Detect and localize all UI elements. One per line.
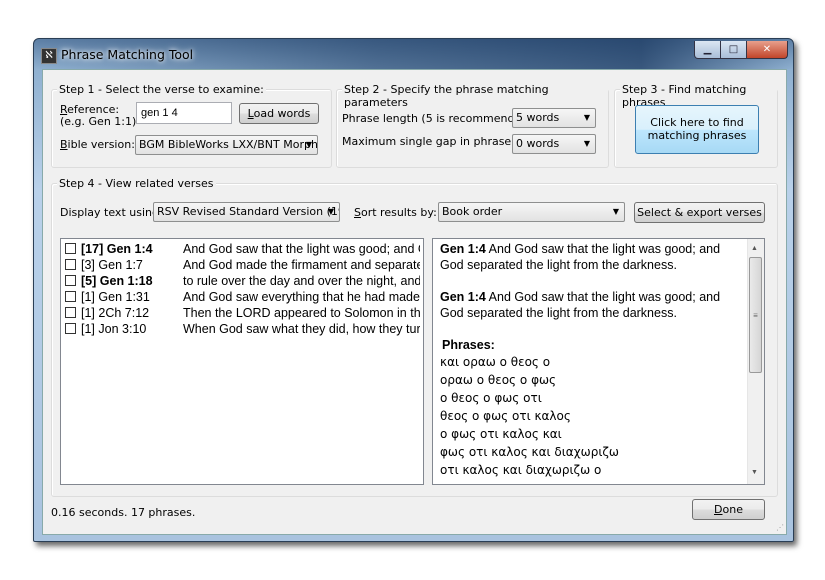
result-checkbox[interactable]: [65, 243, 76, 254]
step2-label: Step 2 - Specify the phrase matching par…: [342, 83, 608, 109]
max-gap-value: 0 words: [516, 137, 560, 150]
find-matching-phrases-button[interactable]: Click here to find matching phrases: [635, 105, 759, 154]
sort-results-label: Sort results by:: [354, 206, 437, 219]
result-row[interactable]: [1] 2Ch 7:12 Then the LORD appeared to So…: [65, 306, 420, 322]
result-checkbox[interactable]: [65, 259, 76, 270]
result-row[interactable]: [5] Gen 1:18 to rule over the day and ove…: [65, 274, 420, 290]
max-gap-label: Maximum single gap in phrase :: [342, 135, 519, 148]
results-list[interactable]: [17] Gen 1:4 And God saw that the light w…: [60, 238, 424, 485]
step3-group: Step 3 - Find matching phrases Click her…: [614, 83, 778, 168]
reference-input[interactable]: [136, 102, 232, 124]
result-text: When God saw what they did, how they tur…: [183, 322, 420, 336]
result-count: [5]: [81, 274, 97, 288]
result-row[interactable]: [1] Jon 3:10 When God saw what they did, …: [65, 322, 420, 338]
scroll-up-icon[interactable]: ▲: [751, 241, 758, 257]
detail-verse-2: Gen 1:4 And God saw that the light was g…: [440, 289, 740, 321]
result-text: Then the LORD appeared to Solomon in the…: [183, 306, 420, 320]
load-words-button[interactable]: Load words: [239, 103, 319, 124]
result-ref: Gen 1:31: [98, 290, 150, 304]
detail-verse-1-ref: Gen 1:4: [440, 242, 486, 256]
display-text-label: Display text using:: [60, 206, 163, 219]
result-ref: Gen 1:18: [99, 274, 153, 288]
title-bar[interactable]: ℵ Phrase Matching Tool ▁ □ ✕: [34, 39, 793, 69]
detail-scrollbar[interactable]: ▲ ≡ ▼: [747, 239, 764, 484]
step4-group: Step 4 - View related verses Display tex…: [51, 177, 778, 497]
step4-label: Step 4 - View related verses: [57, 177, 216, 190]
chevron-down-icon: ▼: [327, 207, 334, 216]
sort-results-select[interactable]: Book order ▼: [438, 202, 625, 222]
result-count: [1]: [81, 322, 95, 336]
phrase-item: ο θεος ο φως οτι: [440, 391, 542, 405]
display-text-select[interactable]: RSV Revised Standard Version (19 ▼: [153, 202, 340, 222]
result-row[interactable]: [17] Gen 1:4 And God saw that the light w…: [65, 242, 420, 258]
result-checkbox[interactable]: [65, 323, 76, 334]
display-text-value: RSV Revised Standard Version (19: [157, 205, 340, 218]
window-title: Phrase Matching Tool: [61, 47, 194, 62]
result-reference: [1] 2Ch 7:12: [81, 306, 181, 320]
result-reference: [3] Gen 1:7: [81, 258, 181, 272]
chevron-down-icon: ▼: [612, 207, 619, 216]
phrase-item: ο φως οτι καλος και: [440, 427, 562, 441]
step1-group: Step 1 - Select the verse to examine: Re…: [51, 83, 332, 168]
result-checkbox[interactable]: [65, 307, 76, 318]
scrollbar-thumb[interactable]: ≡: [749, 257, 762, 373]
result-ref: Gen 1:7: [98, 258, 143, 272]
bible-version-select[interactable]: BGM BibleWorks LXX/BNT Morpho ▼: [135, 135, 318, 155]
find-button-line2: matching phrases: [647, 129, 747, 142]
minimize-icon[interactable]: ▁: [694, 41, 721, 59]
phrase-length-select[interactable]: 5 words ▼: [512, 108, 596, 128]
phrases-heading: Phrases:: [442, 338, 495, 352]
find-button-line1: Click here to find: [650, 116, 744, 129]
phrase-item: θεος ο φως οτι καλος: [440, 409, 571, 423]
maximize-icon[interactable]: □: [720, 41, 747, 59]
result-count: [17]: [81, 242, 104, 256]
bible-version-value: BGM BibleWorks LXX/BNT Morpho: [139, 138, 318, 151]
step2-group: Step 2 - Specify the phrase matching par…: [336, 83, 609, 168]
result-ref: Jon 3:10: [98, 322, 147, 336]
reference-hint: (e.g. Gen 1:1): [60, 115, 137, 128]
status-text: 0.16 seconds. 17 phrases.: [51, 506, 196, 519]
result-count: [1]: [81, 290, 95, 304]
result-checkbox[interactable]: [65, 275, 76, 286]
result-count: [1]: [81, 306, 95, 320]
max-gap-select[interactable]: 0 words ▼: [512, 134, 596, 154]
chevron-down-icon: ▼: [583, 139, 590, 148]
phrase-matching-window: ℵ Phrase Matching Tool ▁ □ ✕ Step 1 - Se…: [33, 38, 794, 542]
result-reference: [1] Jon 3:10: [81, 322, 181, 336]
scroll-down-icon[interactable]: ▼: [751, 465, 758, 481]
close-icon[interactable]: ✕: [746, 41, 788, 59]
chevron-down-icon: ▼: [305, 140, 312, 149]
phrase-length-label: Phrase length (5 is recommended):: [342, 112, 537, 125]
result-count: [3]: [81, 258, 95, 272]
select-export-verses-button[interactable]: Select & export verses: [634, 202, 765, 223]
result-ref: Gen 1:4: [106, 242, 153, 256]
result-text: to rule over the day and over the night,…: [183, 274, 420, 288]
result-reference: [17] Gen 1:4: [81, 242, 181, 256]
verse-detail-pane[interactable]: Gen 1:4 And God saw that the light was g…: [432, 238, 765, 485]
detail-verse-2-ref: Gen 1:4: [440, 290, 486, 304]
step1-label: Step 1 - Select the verse to examine:: [57, 83, 266, 96]
sort-results-value: Book order: [442, 205, 503, 218]
result-text: And God saw that the light was good; and…: [183, 242, 420, 256]
result-text: And God made the firmament and separated…: [183, 258, 420, 272]
dialog-client-area: Step 1 - Select the verse to examine: Re…: [42, 69, 787, 535]
resize-grip-icon[interactable]: ⋰: [776, 523, 784, 532]
done-button[interactable]: Done: [692, 499, 765, 520]
phrase-item: φως οτι καλος και διαχωριζω: [440, 445, 619, 459]
bible-version-label: Bible version:: [60, 138, 135, 151]
result-text: And God saw everything that he had made: [183, 290, 420, 304]
result-checkbox[interactable]: [65, 291, 76, 302]
result-row[interactable]: [1] Gen 1:31 And God saw everything that …: [65, 290, 420, 306]
chevron-down-icon: ▼: [583, 113, 590, 122]
result-ref: 2Ch 7:12: [98, 306, 150, 320]
bibleworks-logo-icon: ℵ: [41, 48, 57, 64]
detail-verse-1: Gen 1:4 And God saw that the light was g…: [440, 241, 740, 273]
phrase-item: οτι καλος και διαχωριζω ο: [440, 463, 602, 477]
result-row[interactable]: [3] Gen 1:7 And God made the firmament an…: [65, 258, 420, 274]
phrase-item: και οραω ο θεος ο: [440, 355, 551, 369]
phrase-item: οραω ο θεος ο φως: [440, 373, 557, 387]
result-reference: [1] Gen 1:31: [81, 290, 181, 304]
phrase-length-value: 5 words: [516, 111, 560, 124]
result-reference: [5] Gen 1:18: [81, 274, 181, 288]
